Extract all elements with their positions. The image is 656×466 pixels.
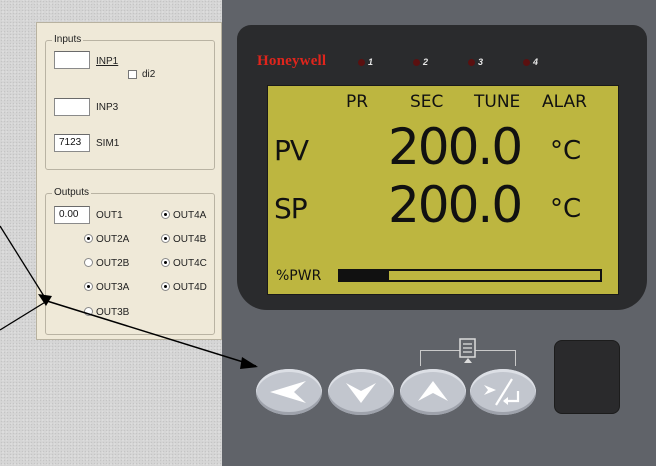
page-function-icon: [459, 338, 476, 363]
pwr-bar-fill: [340, 271, 390, 280]
down-arrow-key[interactable]: [328, 369, 394, 415]
led-number: 2: [423, 57, 429, 67]
side-slot: [554, 340, 620, 414]
inp3-field[interactable]: [54, 98, 90, 116]
radio-dot: [161, 281, 170, 291]
out3b-label: OUT3B: [96, 307, 130, 318]
out3b-radio[interactable]: OUT3B: [84, 306, 130, 319]
inputs-legend: Inputs: [52, 34, 84, 46]
pv-label: PV: [274, 134, 309, 167]
pwr-label: %PWR: [276, 268, 322, 284]
out4a-label: OUT4A: [173, 210, 207, 221]
radio-dot: [161, 209, 170, 219]
led-number: 4: [533, 57, 539, 67]
out2a-radio[interactable]: OUT2A: [84, 233, 130, 246]
sim1-label: SIM1: [96, 138, 120, 149]
scroll-enter-key[interactable]: [470, 369, 536, 415]
out4b-label: OUT4B: [173, 234, 207, 245]
di2-checkbox[interactable]: [128, 70, 137, 79]
out2b-radio[interactable]: OUT2B: [84, 257, 130, 270]
controller-front-panel: Honeywell 1 2 3 4 PR SEC TUNE ALAR PV 20…: [222, 0, 656, 466]
annunciator-pr: PR: [346, 92, 369, 112]
inp1-label: INP1: [96, 56, 119, 67]
out4d-label: OUT4D: [173, 282, 207, 293]
out4c-radio[interactable]: OUT4C: [161, 257, 207, 270]
up-arrow-key[interactable]: [400, 369, 466, 415]
sim1-field[interactable]: 7123: [54, 134, 90, 152]
outputs-group: Outputs 0.00 OUT1 OUT4A OUT2A OUT4B OUT2…: [45, 187, 215, 335]
down-arrow-icon: [346, 383, 376, 403]
outputs-legend: Outputs: [52, 187, 92, 199]
led-number: 1: [368, 57, 374, 67]
out4c-label: OUT4C: [173, 258, 207, 269]
annunciator-alar: ALAR: [542, 92, 587, 112]
scroll-enter-icon: [484, 378, 520, 406]
led-bulb: [468, 59, 475, 66]
out2a-label: OUT2A: [96, 234, 130, 245]
led-bulb: [358, 59, 365, 66]
radio-dot: [84, 233, 93, 243]
out2b-label: OUT2B: [96, 258, 130, 269]
display-bezel: Honeywell 1 2 3 4 PR SEC TUNE ALAR PV 20…: [237, 25, 647, 310]
radio-dot: [84, 257, 93, 267]
annunciator-sec: SEC: [410, 92, 444, 112]
left-arrow-key[interactable]: [256, 369, 322, 415]
lcd-display: PR SEC TUNE ALAR PV 200.0 °C SP 200.0 °C…: [267, 85, 619, 295]
out1-field[interactable]: 0.00: [54, 206, 90, 224]
inputs-group: Inputs INP1 di2 INP3 7123 SIM1: [45, 34, 215, 170]
out3a-label: OUT3A: [96, 282, 130, 293]
radio-dot: [161, 233, 170, 243]
sp-value: 200.0: [388, 176, 523, 234]
led-number: 3: [478, 57, 484, 67]
inp3-label: INP3: [96, 102, 119, 113]
out3a-radio[interactable]: OUT3A: [84, 281, 130, 294]
sp-label: SP: [274, 192, 308, 225]
led-bulb: [523, 59, 530, 66]
out1-label: OUT1: [96, 210, 123, 221]
out4b-radio[interactable]: OUT4B: [161, 233, 207, 246]
radio-dot: [84, 306, 93, 316]
radio-dot: [161, 257, 170, 267]
radio-dot: [84, 281, 93, 291]
simulator-panel: Inputs INP1 di2 INP3 7123 SIM1 Outputs 0…: [36, 22, 222, 340]
inp1-field[interactable]: [54, 51, 90, 69]
left-arrow-icon: [270, 381, 306, 403]
pv-value: 200.0: [388, 118, 523, 176]
pwr-bar: [338, 269, 602, 282]
out4a-radio[interactable]: OUT4A: [161, 209, 207, 222]
sp-unit: °C: [550, 194, 582, 224]
di2-label: di2: [142, 69, 156, 80]
out4d-radio[interactable]: OUT4D: [161, 281, 207, 294]
annunciator-tune: TUNE: [474, 92, 521, 112]
pv-unit: °C: [550, 136, 582, 166]
up-arrow-icon: [418, 381, 448, 401]
brand-logo: Honeywell: [257, 53, 327, 69]
led-bulb: [413, 59, 420, 66]
